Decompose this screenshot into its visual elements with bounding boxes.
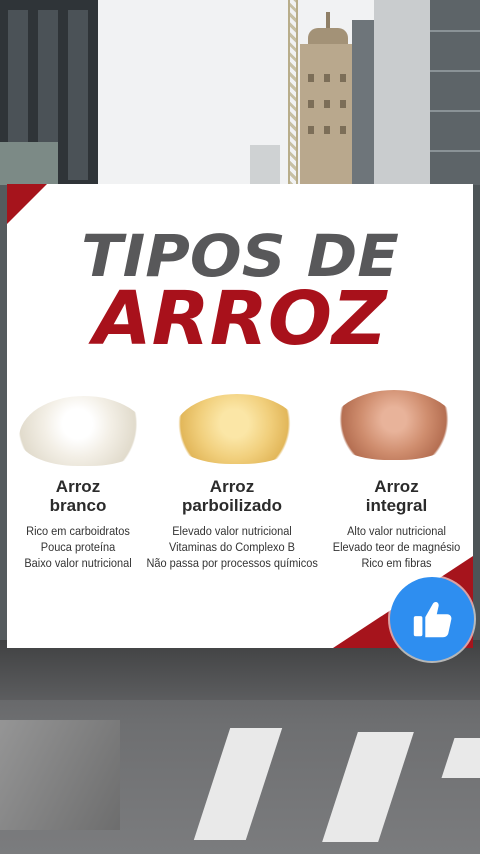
rice-type-name: Arroz <box>374 477 419 496</box>
historic-tower <box>300 44 356 194</box>
rice-type-point: Baixo valor nutricional <box>24 556 132 570</box>
rice-type-name: integral <box>365 496 428 515</box>
right-building-1 <box>352 20 376 200</box>
corner-accent-top-left <box>7 184 47 224</box>
rice-type-parboilizado: Arroz parboilizado Elevado valor nutrici… <box>137 477 327 571</box>
right-building-2 <box>374 0 432 205</box>
white-rice-image <box>19 396 149 466</box>
rice-type-name: Arroz <box>209 477 255 496</box>
road-patch <box>0 720 120 830</box>
title-line-2: ARROZ <box>93 276 387 362</box>
rice-types-infographic: TIPOS DE ARROZ Arroz branco Rico em carb… <box>7 184 473 648</box>
rice-type-branco: Arroz branco Rico em carboidratos Pouca … <box>7 477 149 571</box>
like-button[interactable] <box>390 577 474 661</box>
rice-type-point: Alto valor nutricional <box>347 524 446 538</box>
right-edge-building <box>472 185 480 645</box>
rice-type-point: Pouca proteína <box>40 540 116 554</box>
rice-type-point: Rico em fibras <box>361 556 432 570</box>
rice-type-point: Vitaminas do Complexo B <box>168 540 295 554</box>
rice-type-point: Rico em carboidratos <box>26 524 130 538</box>
rice-type-point: Elevado valor nutricional <box>172 524 292 538</box>
rice-type-point: Elevado teor de magnésio <box>332 540 461 554</box>
parboiled-rice-image <box>172 394 302 464</box>
rice-type-point: Não passa por processos químicos <box>146 556 318 570</box>
brown-rice-image <box>329 390 459 460</box>
rice-type-name: Arroz <box>55 477 101 496</box>
rice-type-integral: Arroz integral Alto valor nutricional El… <box>319 477 473 571</box>
construction-crane <box>288 0 298 185</box>
rice-type-name: parboilizado <box>181 496 283 515</box>
thumbs-up-icon <box>413 601 452 638</box>
rice-type-name: branco <box>49 496 107 515</box>
